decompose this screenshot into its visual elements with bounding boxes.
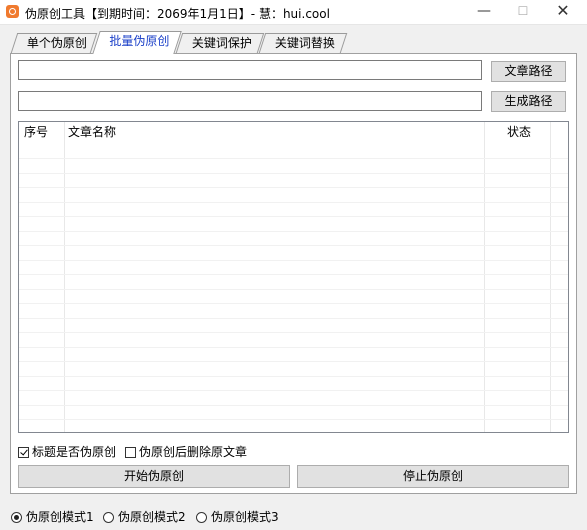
radio-label: 伪原创模式1: [26, 510, 94, 524]
row-gridline: [19, 419, 568, 420]
row-gridline: [19, 404, 568, 406]
stop-rewrite-button[interactable]: 停止伪原创: [297, 465, 569, 488]
row-gridline: [19, 375, 568, 377]
article-path-input[interactable]: [18, 60, 482, 80]
radio-selected-icon: [11, 512, 22, 523]
checkbox-checked-icon: [18, 447, 29, 458]
mode-1-radio[interactable]: 伪原创模式1: [11, 508, 94, 525]
maximize-button[interactable]: ☐: [505, 0, 541, 24]
tab-keyword-replace[interactable]: 关键词替换: [258, 33, 348, 53]
tab-label: 单个伪原创: [26, 36, 87, 50]
tab-label: 批量伪原创: [109, 34, 170, 48]
radio-label: 伪原创模式3: [211, 510, 279, 524]
row-gridline: [19, 274, 568, 275]
row-gridline: [19, 317, 568, 319]
column-divider: [64, 122, 65, 432]
row-gridline: [19, 245, 568, 246]
row-gridline: [19, 172, 568, 174]
row-gridline: [19, 187, 568, 188]
row-gridline: [19, 216, 568, 217]
tab-batch-rewrite[interactable]: 批量伪原创: [92, 31, 182, 54]
column-divider: [484, 122, 485, 432]
list-header: 序号 文章名称 状态: [19, 122, 568, 144]
article-list[interactable]: 序号 文章名称 状态: [18, 121, 569, 433]
column-header-name[interactable]: 文章名称: [68, 122, 116, 144]
checkbox-unchecked-icon: [125, 447, 136, 458]
row-gridline: [19, 361, 568, 362]
window-title: 伪原创工具【到期时间：2069年1月1日】- 慧：hui.cool: [25, 7, 330, 21]
article-path-button[interactable]: 文章路径: [491, 61, 566, 82]
minimize-button[interactable]: —: [466, 0, 502, 24]
output-path-input[interactable]: [18, 91, 482, 111]
column-header-status[interactable]: 状态: [507, 122, 531, 144]
tab-label: 关键词替换: [274, 36, 335, 50]
row-gridline: [19, 346, 568, 348]
row-gridline: [19, 288, 568, 290]
column-divider: [550, 122, 551, 432]
column-header-index[interactable]: 序号: [24, 122, 48, 144]
start-rewrite-button[interactable]: 开始伪原创: [18, 465, 290, 488]
mode-3-radio[interactable]: 伪原创模式3: [196, 508, 279, 525]
radio-label: 伪原创模式2: [118, 510, 186, 524]
tab-single-rewrite[interactable]: 单个伪原创: [10, 33, 98, 53]
delete-original-checkbox[interactable]: 伪原创后删除原文章: [125, 443, 247, 460]
checkbox-label: 标题是否伪原创: [32, 445, 117, 459]
row-gridline: [19, 332, 568, 333]
title-bar: 伪原创工具【到期时间：2069年1月1日】- 慧：hui.cool — ☐ ✕: [0, 0, 587, 25]
row-gridline: [19, 158, 568, 159]
row-gridline: [19, 303, 568, 304]
close-button[interactable]: ✕: [545, 0, 581, 24]
tab-label: 关键词保护: [191, 36, 252, 50]
row-gridline: [19, 201, 568, 203]
mode-2-radio[interactable]: 伪原创模式2: [103, 508, 186, 525]
radio-unselected-icon: [103, 512, 114, 523]
output-path-button[interactable]: 生成路径: [491, 91, 566, 112]
row-gridline: [19, 259, 568, 261]
row-gridline: [19, 390, 568, 391]
app-icon: [6, 5, 19, 18]
title-rewrite-checkbox[interactable]: 标题是否伪原创: [18, 443, 116, 460]
tab-keyword-protect[interactable]: 关键词保护: [175, 33, 265, 53]
radio-unselected-icon: [196, 512, 207, 523]
row-gridline: [19, 230, 568, 232]
checkbox-label: 伪原创后删除原文章: [139, 445, 248, 459]
